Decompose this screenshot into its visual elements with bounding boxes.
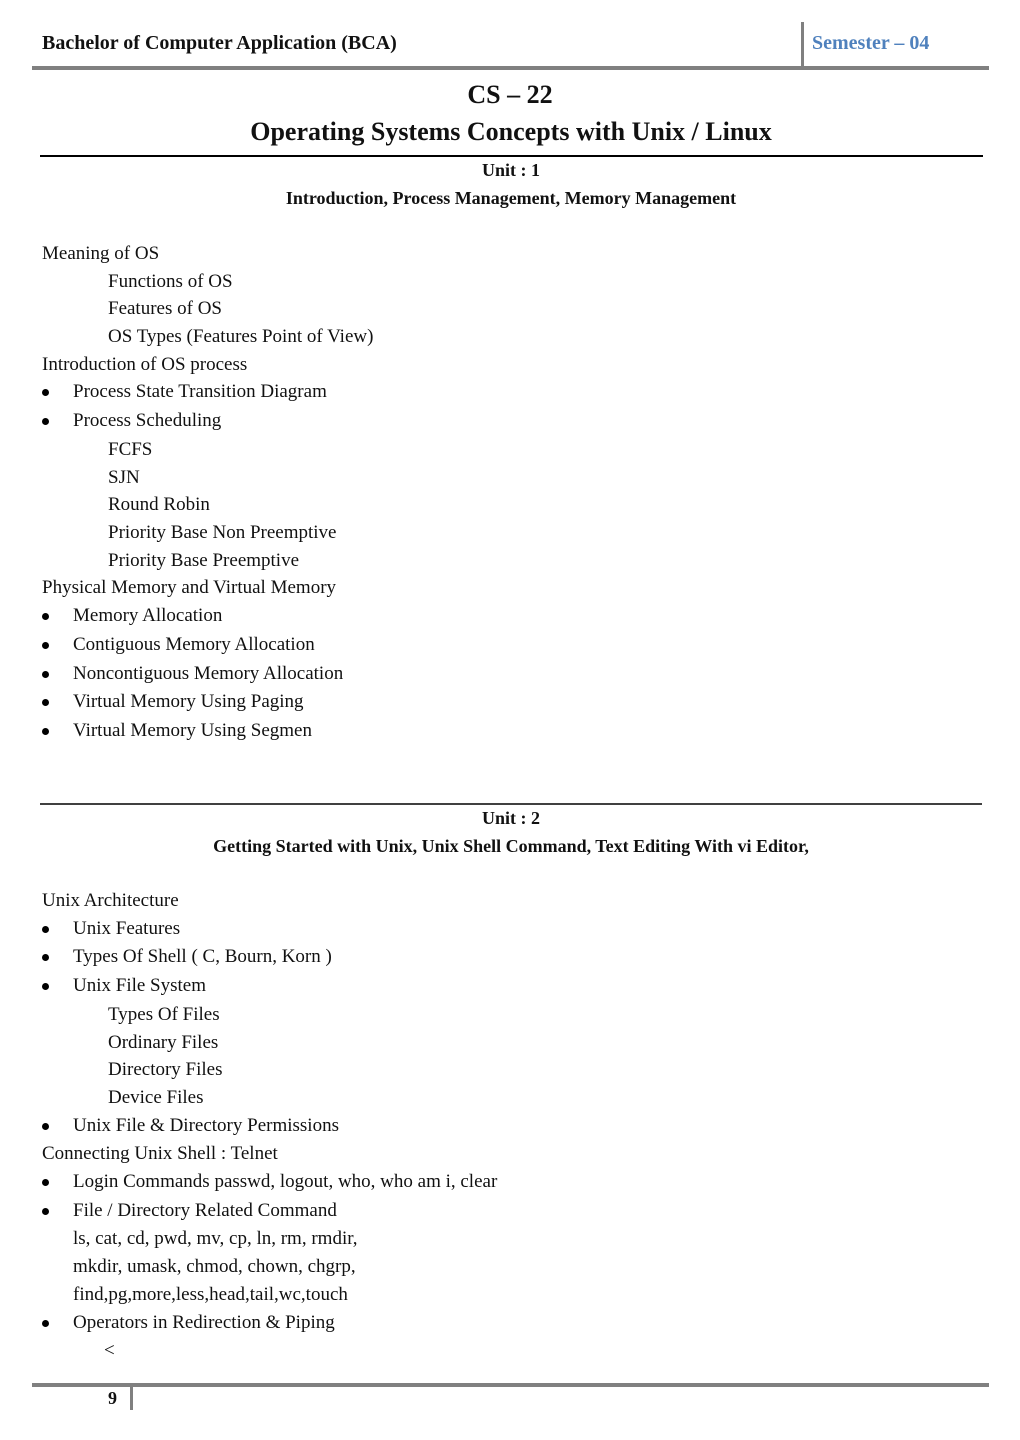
title-rule xyxy=(40,155,983,157)
course-code: CS – 22 xyxy=(467,80,553,109)
bullet-text: Login Commands passwd, logout, who, who … xyxy=(73,1171,498,1192)
bullet-icon xyxy=(42,983,49,990)
bullet-text: File / Directory Related Command xyxy=(73,1200,337,1221)
bullet-text: Operators in Redirection & Piping xyxy=(73,1312,335,1333)
unit-2-label: Unit : 2 xyxy=(482,808,540,828)
sub-topic: SJN xyxy=(108,467,140,488)
bullet-text: Unix File & Directory Permissions xyxy=(73,1115,339,1136)
sub-topic: Device Files xyxy=(108,1087,204,1108)
footer-rule xyxy=(32,1383,989,1387)
sub-topic: Ordinary Files xyxy=(108,1032,219,1053)
bullet-icon xyxy=(42,613,49,620)
bullet-icon xyxy=(42,1179,49,1186)
unit-1-label: Unit : 1 xyxy=(482,160,540,180)
bullet-icon xyxy=(42,1123,49,1130)
bullet-icon xyxy=(42,699,49,706)
sub-topic: Features of OS xyxy=(108,298,222,319)
sub-topic: Types Of Files xyxy=(108,1004,220,1025)
bullet-icon xyxy=(42,1208,49,1215)
sub-topic: FCFS xyxy=(108,439,153,460)
sub-topic: Round Robin xyxy=(108,494,210,515)
bullet-text: Process State Transition Diagram xyxy=(73,381,327,402)
bullet-icon xyxy=(42,418,49,425)
bullet-text: Process Scheduling xyxy=(73,410,222,431)
bullet-text: Unix File System xyxy=(73,975,207,996)
sub-topic: Priority Base Non Preemptive xyxy=(108,522,337,543)
topic-line: ls, cat, cd, pwd, mv, cp, ln, rm, rmdir, xyxy=(73,1228,358,1249)
sub-topic: Functions of OS xyxy=(108,271,233,292)
topic-line: Meaning of OS xyxy=(42,243,160,264)
bullet-icon xyxy=(42,642,49,649)
bullet-icon xyxy=(42,389,49,396)
bullet-text: Types Of Shell ( C, Bourn, Korn ) xyxy=(73,946,332,967)
page-header: Bachelor of Computer Application (BCA) S… xyxy=(32,20,989,70)
topic-line: find,pg,more,less,head,tail,wc,touch xyxy=(73,1284,348,1305)
bullet-icon xyxy=(42,728,49,735)
bullet-icon xyxy=(42,926,49,933)
bullet-icon xyxy=(42,1320,49,1327)
program-title: Bachelor of Computer Application (BCA) xyxy=(42,32,397,54)
topic-line: Unix Architecture xyxy=(42,890,179,911)
sub-topic: Directory Files xyxy=(108,1059,223,1080)
sub-topic: OS Types (Features Point of View) xyxy=(108,326,374,347)
header-divider xyxy=(801,22,804,68)
bullet-text: Memory Allocation xyxy=(73,605,223,626)
topic-line: Connecting Unix Shell : Telnet xyxy=(42,1143,278,1164)
topic-line: Introduction of OS process xyxy=(42,354,248,375)
unit-1-subtitle: Introduction, Process Management, Memory… xyxy=(285,188,737,208)
unit-separator-rule xyxy=(40,803,982,805)
page-number: 9 xyxy=(108,1388,117,1408)
bullet-icon xyxy=(42,954,49,961)
topic-line: < xyxy=(104,1340,115,1361)
topic-line: Physical Memory and Virtual Memory xyxy=(42,577,337,598)
bullet-icon xyxy=(42,671,49,678)
sub-topic: Priority Base Preemptive xyxy=(108,550,300,571)
topic-line: mkdir, umask, chmod, chown, chgrp, xyxy=(73,1256,356,1277)
course-title: Operating Systems Concepts with Unix / L… xyxy=(250,117,772,146)
unit-2-subtitle: Getting Started with Unix, Unix Shell Co… xyxy=(213,836,809,856)
bullet-text: Contiguous Memory Allocation xyxy=(73,634,315,655)
bullet-text: Noncontiguous Memory Allocation xyxy=(73,663,344,684)
semester-label: Semester – 04 xyxy=(812,32,930,54)
bullet-text: Unix Features xyxy=(73,918,181,939)
header-rule xyxy=(32,66,989,70)
footer-divider xyxy=(130,1384,133,1410)
bullet-text: Virtual Memory Using Segmen xyxy=(73,720,312,741)
bullet-text: Virtual Memory Using Paging xyxy=(73,691,304,712)
